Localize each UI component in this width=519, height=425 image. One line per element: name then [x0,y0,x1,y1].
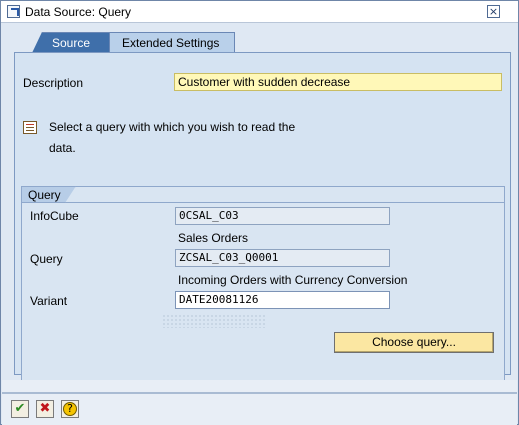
footer-separator [2,392,517,394]
source-panel: Description Customer with sudden decreas… [14,52,511,381]
infocube-label: InfoCube [30,209,79,223]
close-icon[interactable]: × [487,5,500,18]
dialog-content: Source Extended Settings Description Cus… [2,24,517,381]
infocube-field: 0CSAL_C03 [175,207,390,225]
query-description: Incoming Orders with Currency Conversion [178,273,408,287]
window-title: Data Source: Query [25,5,132,19]
help-icon[interactable]: ? [61,400,79,418]
variant-label: Variant [30,294,68,308]
footer-toolbar: ✔ ✖ ? [2,380,517,425]
choose-query-button[interactable]: Choose query... [334,332,494,353]
query-group-title: Query [28,188,61,202]
variant-field[interactable]: DATE20081126 [175,291,390,309]
group-divider [22,202,504,203]
tab-strip: Source Extended Settings [14,32,314,53]
info-list-icon [23,121,37,134]
ok-check-icon[interactable]: ✔ [11,400,29,418]
tab-extended-settings[interactable]: Extended Settings [109,32,235,53]
description-label: Description [23,76,84,90]
infocube-description: Sales Orders [178,231,249,245]
help-question-mark: ? [63,402,77,416]
dialog-window: Data Source: Query × Source Extended Set… [0,0,519,425]
info-text-line2: data. [49,141,76,155]
dotted-decoration [162,314,265,328]
query-group-tab: Query [21,186,76,203]
description-field[interactable]: Customer with sudden decrease [174,73,502,91]
query-label: Query [30,252,63,266]
title-bar: Data Source: Query × [1,1,518,23]
info-text-line1: Select a query with which you wish to re… [49,120,296,134]
tab-source[interactable]: Source [32,32,110,53]
dialog-icon [7,5,20,18]
query-group: Query InfoCube 0CSAL_C03 Sales Orders Qu… [21,186,505,381]
cancel-x-icon[interactable]: ✖ [36,400,54,418]
query-field: ZCSAL_C03_Q0001 [175,249,390,267]
